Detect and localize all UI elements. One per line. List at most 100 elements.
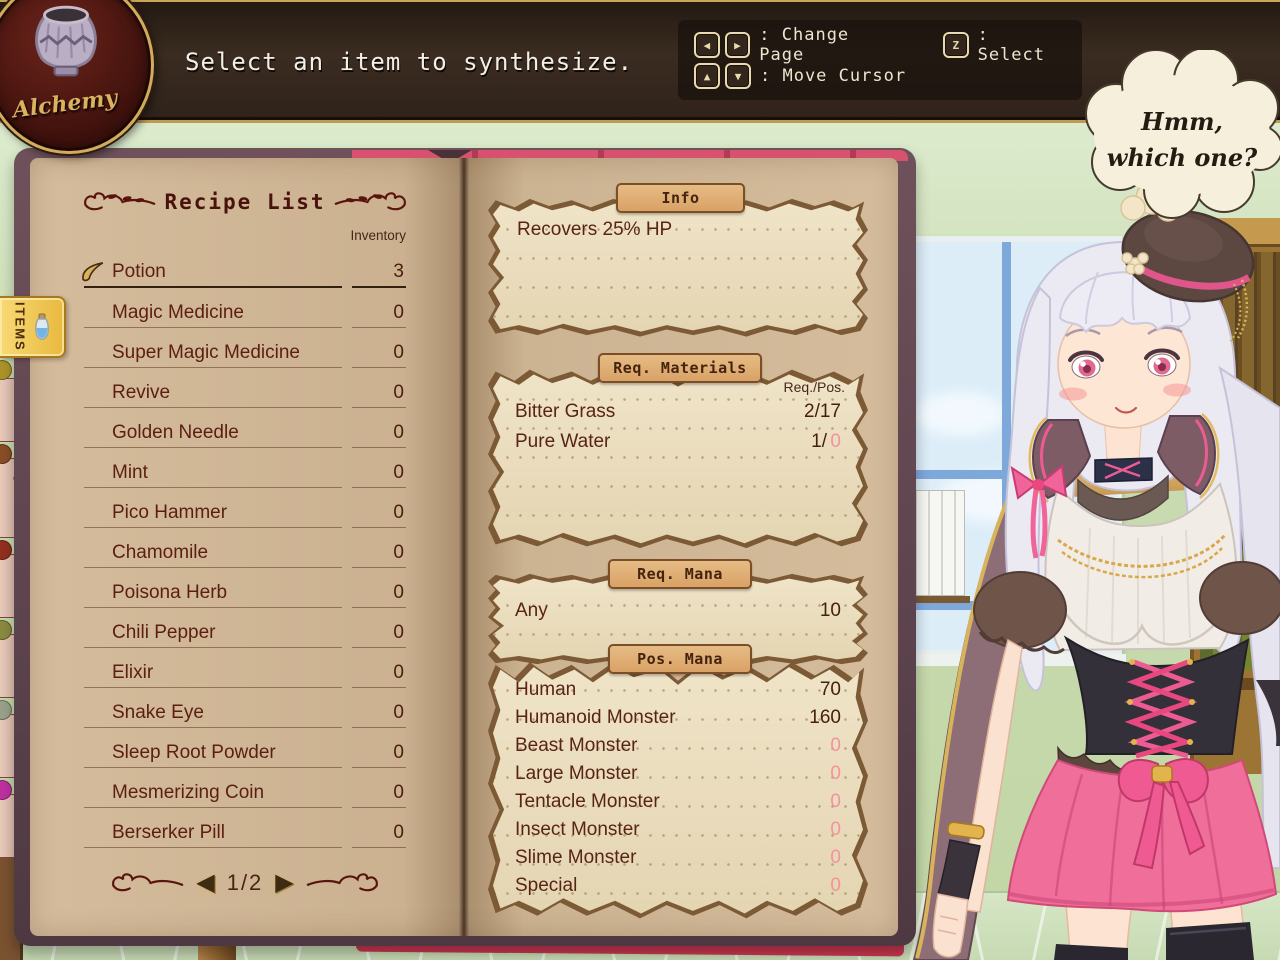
recipe-row[interactable]: Magic Medicine0 bbox=[84, 288, 406, 328]
recipe-row[interactable]: Potion 3 bbox=[84, 248, 406, 288]
alchemy-pot-icon bbox=[23, 0, 109, 81]
left-arrow-key-icon: ◀ bbox=[694, 32, 720, 58]
material-name: Pure Water bbox=[515, 431, 610, 453]
down-arrow-key-icon: ▼ bbox=[725, 63, 751, 89]
info-text: Recovers 25% HP bbox=[517, 219, 672, 241]
character-art bbox=[890, 168, 1280, 960]
page-title: Recipe List bbox=[164, 190, 325, 214]
mana-row: Any10 bbox=[493, 597, 863, 625]
material-row: Bitter Grass2/17 bbox=[493, 397, 863, 427]
flourish-icon bbox=[306, 871, 382, 895]
recipe-row[interactable]: Revive 0 bbox=[84, 368, 406, 408]
recipe-row[interactable]: Super Magic Medicine0 bbox=[84, 328, 406, 368]
req-pos-column-label: Req./Pos. bbox=[784, 379, 845, 395]
right-arrow-key-icon: ▶ bbox=[725, 32, 751, 58]
recipe-inventory-count: 0 bbox=[352, 382, 406, 408]
req-mana-panel-tab: Req. Mana bbox=[608, 559, 752, 589]
recipe-row[interactable]: Snake Eye 0 bbox=[84, 688, 406, 728]
pager: ◀ 1/2 ▶ bbox=[60, 870, 430, 896]
mana-row: Large Monster 0 bbox=[493, 760, 863, 788]
recipe-row[interactable]: Berserker Pill 0 bbox=[84, 808, 406, 848]
mana-value: 0 bbox=[830, 735, 841, 757]
z-key-icon: Z bbox=[943, 32, 969, 58]
recipe-name: Mint bbox=[84, 462, 342, 488]
pos-mana-panel-tab: Pos. Mana bbox=[608, 644, 752, 674]
recipe-name: Mesmerizing Coin bbox=[84, 782, 342, 808]
bubble-line2: which one? bbox=[1107, 143, 1258, 172]
mana-row: Beast Monster0 bbox=[493, 732, 863, 760]
recipe-list: Potion 3Magic Medicine0Super Magic Medici… bbox=[84, 248, 406, 848]
mana-name: Large Monster bbox=[515, 763, 638, 785]
recipe-name: Sleep Root Powder bbox=[84, 742, 342, 768]
page-indicator: 1/2 bbox=[227, 870, 264, 896]
recipe-row[interactable]: Mesmerizing Coin 0 bbox=[84, 768, 406, 808]
badge-title: Alchemy bbox=[0, 83, 136, 126]
recipe-inventory-count: 0 bbox=[352, 582, 406, 608]
cursor-quill-icon bbox=[79, 260, 108, 283]
material-name: Bitter Grass bbox=[515, 401, 615, 423]
pos-mana-panel: Human70Humanoid Monster160Beast Monster0… bbox=[488, 657, 868, 921]
move-cursor-label: : Move Cursor bbox=[760, 66, 906, 86]
recipe-inventory-count: 0 bbox=[352, 302, 406, 328]
info-panel-tab: Info bbox=[616, 183, 745, 213]
recipe-inventory-count: 0 bbox=[352, 742, 406, 768]
mana-value: 0 bbox=[830, 763, 841, 785]
recipe-inventory-count: 3 bbox=[352, 261, 406, 288]
recipe-row[interactable]: Poisona Herb 0 bbox=[84, 568, 406, 608]
recipe-inventory-count: 0 bbox=[352, 822, 406, 848]
mana-name: Tentacle Monster bbox=[515, 791, 660, 813]
recipe-row[interactable]: Elixir 0 bbox=[84, 648, 406, 688]
mana-name: Any bbox=[515, 600, 548, 622]
recipe-row[interactable]: Chamomile0 bbox=[84, 528, 406, 568]
recipe-name: Elixir bbox=[84, 662, 342, 688]
recipe-row[interactable]: Sleep Root Powder 0 bbox=[84, 728, 406, 768]
material-required: 2 bbox=[804, 401, 815, 423]
mana-value: 0 bbox=[830, 875, 841, 897]
instruction-message: Select an item to synthesize. bbox=[185, 48, 633, 76]
flourish-icon bbox=[334, 190, 410, 214]
recipe-name: Pico Hammer bbox=[84, 502, 342, 528]
req-mana-rows: Any10 bbox=[493, 597, 863, 625]
mana-name: Special bbox=[515, 875, 577, 897]
req-materials-panel-tab: Req. Materials bbox=[598, 353, 762, 383]
potion-bottle-icon bbox=[32, 313, 52, 341]
next-page-arrow-icon[interactable]: ▶ bbox=[275, 871, 293, 895]
recipe-name: Berserker Pill bbox=[84, 822, 342, 848]
pos-mana-rows: Human70Humanoid Monster160Beast Monster0… bbox=[493, 676, 863, 900]
recipe-name: Chili Pepper bbox=[84, 622, 342, 648]
recipe-inventory-count: 0 bbox=[352, 662, 406, 688]
mana-row: Special 0 bbox=[493, 872, 863, 900]
recipe-inventory-count: 0 bbox=[352, 702, 406, 728]
recipe-name: Golden Needle bbox=[84, 422, 342, 448]
select-label: : Select bbox=[978, 25, 1066, 65]
recipe-inventory-count: 0 bbox=[352, 462, 406, 488]
recipe-name: Potion bbox=[84, 261, 342, 288]
req-materials-panel: Req./Pos. Bitter Grass2/17Pure Water1/0 bbox=[488, 366, 868, 550]
recipe-row[interactable]: Golden Needle 0 bbox=[84, 408, 406, 448]
prev-page-arrow-icon[interactable]: ◀ bbox=[196, 871, 214, 895]
mana-value: 160 bbox=[809, 707, 841, 729]
recipe-row[interactable]: Pico Hammer 0 bbox=[84, 488, 406, 528]
inventory-column-label: Inventory bbox=[84, 228, 406, 243]
material-possessed: 17 bbox=[820, 401, 841, 423]
recipe-inventory-count: 0 bbox=[352, 622, 406, 648]
recipe-name: Snake Eye bbox=[84, 702, 342, 728]
recipe-inventory-count: 0 bbox=[352, 782, 406, 808]
materials-rows: Bitter Grass2/17Pure Water1/0 bbox=[493, 397, 863, 457]
recipe-name: Revive bbox=[84, 382, 342, 408]
mana-value: 70 bbox=[820, 679, 841, 701]
recipe-inventory-count: 0 bbox=[352, 422, 406, 448]
recipe-inventory-count: 0 bbox=[352, 502, 406, 528]
material-possessed: 0 bbox=[827, 431, 841, 453]
sidebar-tab-items[interactable]: ITEMS bbox=[0, 296, 66, 358]
recipe-row[interactable]: Chili Pepper 0 bbox=[84, 608, 406, 648]
recipe-name: Poisona Herb bbox=[84, 582, 342, 608]
mana-value: 0 bbox=[830, 791, 841, 813]
controls-legend: ◀ ▶ : Change Page Z : Select ▲ ▼ : Move … bbox=[678, 20, 1082, 100]
mana-row: Insect Monster0 bbox=[493, 816, 863, 844]
recipe-row[interactable]: Mint 0 bbox=[84, 448, 406, 488]
mana-value: 0 bbox=[830, 819, 841, 841]
mana-name: Humanoid Monster bbox=[515, 707, 676, 729]
mana-row: Slime Monster0 bbox=[493, 844, 863, 872]
mana-name: Slime Monster bbox=[515, 847, 636, 869]
